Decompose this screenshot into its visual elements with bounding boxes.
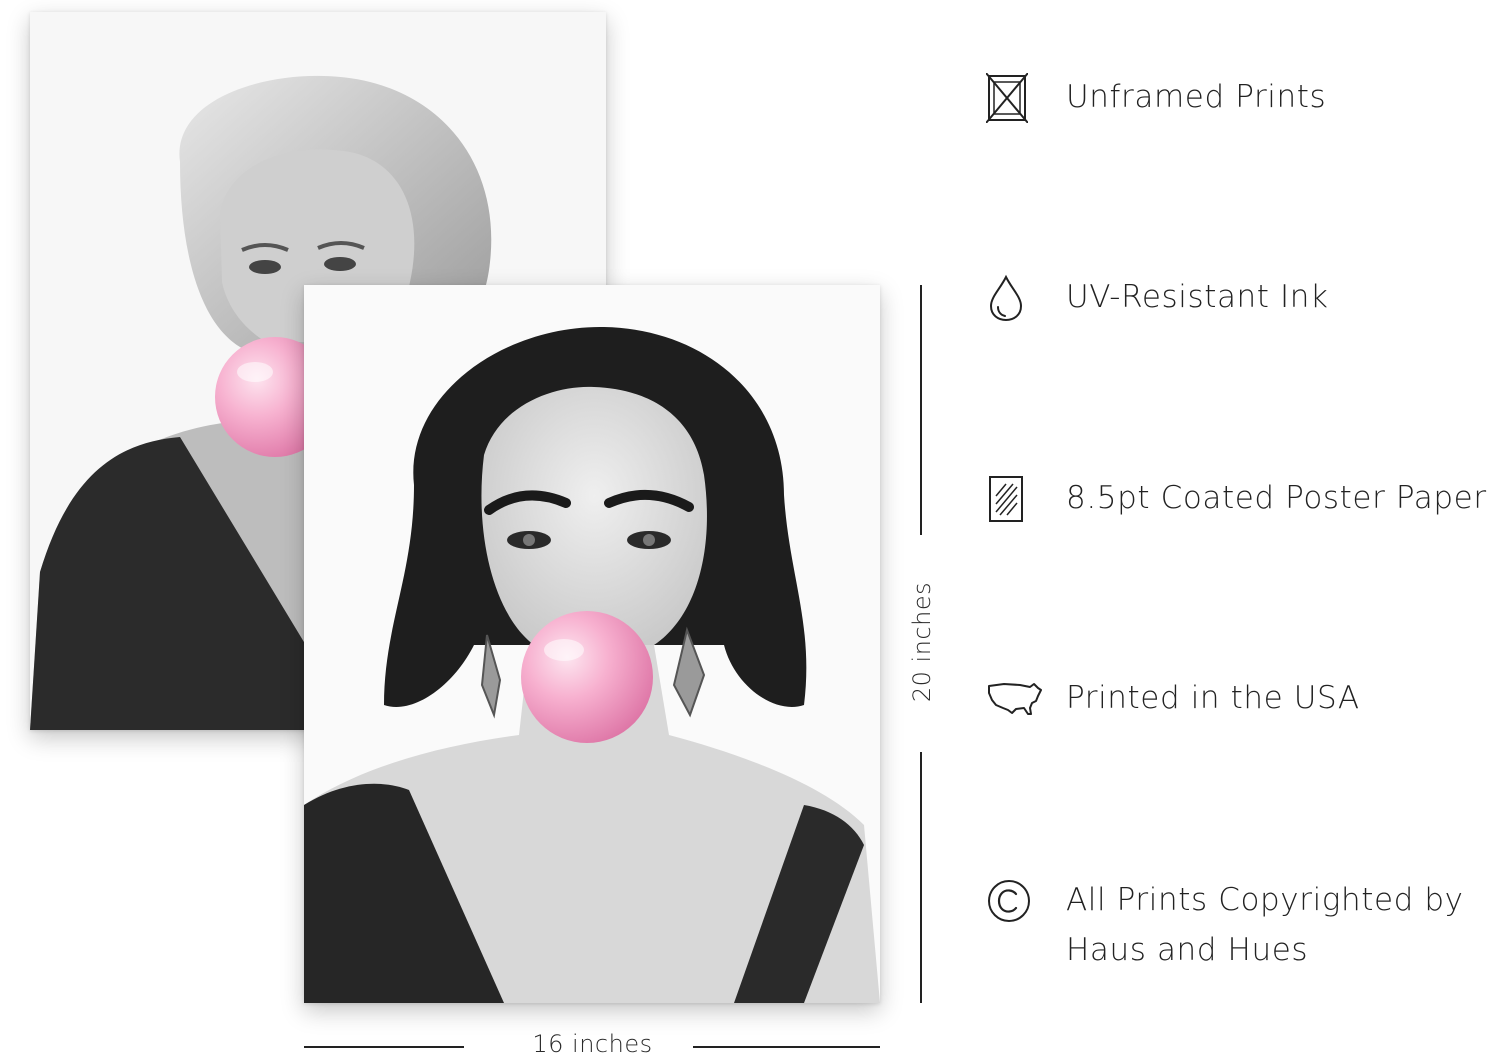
feature-unframed: Unframed Prints xyxy=(986,72,1496,124)
feature-coated-paper: 8.5pt Coated Poster Paper xyxy=(986,473,1496,525)
feature-label: All Prints Copyrighted by Haus and Hues xyxy=(1066,882,1464,968)
front-portrait-illustration xyxy=(304,285,880,1003)
front-poster-print xyxy=(304,285,880,1003)
feature-copyright: All Prints Copyrighted by Haus and Hues xyxy=(986,875,1496,975)
width-dimension-label: 16 inches xyxy=(532,1030,653,1058)
feature-uv-ink: UV-Resistant Ink xyxy=(986,272,1496,324)
ink-drop-icon xyxy=(986,272,1048,324)
unframed-frame-icon xyxy=(986,72,1048,124)
copyright-icon xyxy=(986,875,1048,927)
height-dimension-line-bottom xyxy=(920,752,922,1003)
coated-paper-icon xyxy=(986,473,1048,525)
feature-label: Printed in the USA xyxy=(1066,680,1360,716)
height-dimension-line-top xyxy=(920,285,922,535)
feature-label: 8.5pt Coated Poster Paper xyxy=(1066,480,1487,516)
width-dimension-line-left xyxy=(304,1046,464,1048)
feature-label: Unframed Prints xyxy=(1066,79,1327,115)
height-dimension-label: 20 inches xyxy=(908,581,936,703)
width-dimension-line-right xyxy=(693,1046,880,1048)
feature-label: UV-Resistant Ink xyxy=(1066,279,1329,315)
feature-printed-usa: Printed in the USA xyxy=(986,673,1496,725)
usa-map-icon xyxy=(986,673,1048,725)
